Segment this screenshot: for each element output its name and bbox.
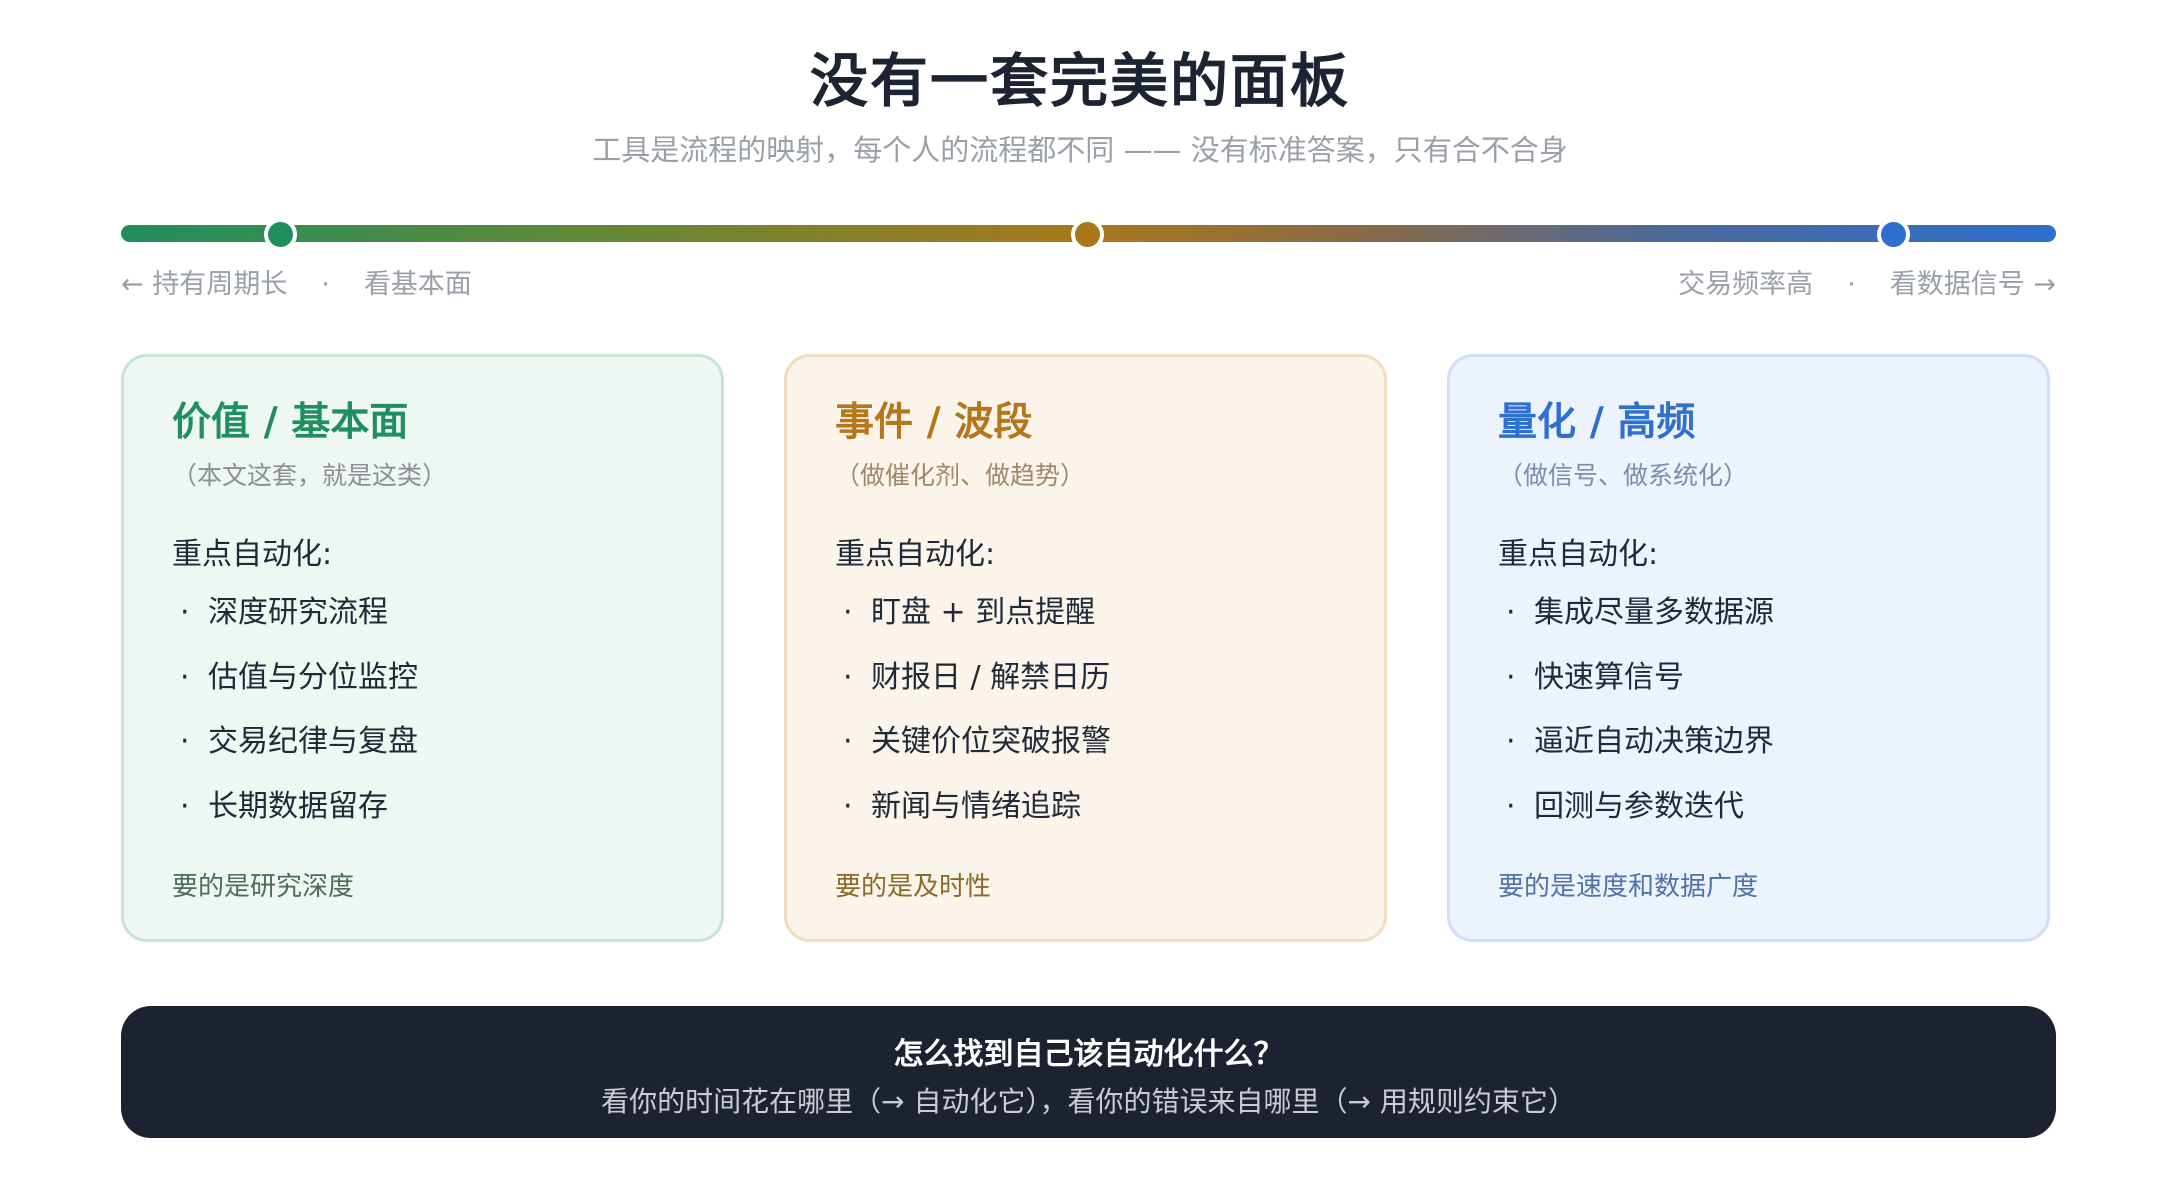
list-item-text: 长期数据留存 — [208, 788, 388, 824]
spectrum-dot-event — [1071, 218, 1104, 251]
banner-title: 怎么找到自己该自动化什么？ — [893, 1037, 1284, 1072]
list-item: · 盯盘 + 到点提醒 — [835, 591, 1354, 635]
card-subtitle: （做催化剂、做趋势） — [835, 461, 1086, 490]
bullet: · — [843, 659, 853, 695]
card-footer: 要的是研究深度 — [172, 872, 355, 902]
card-list: · 深度研究流程 · 估值与分位监控 · 交易纪律与复盘 · 长期数据留存 — [172, 591, 691, 829]
card-heading: 重点自动化: — [835, 537, 996, 572]
card-footer: 要的是及时性 — [835, 872, 992, 902]
scale-left-label: ← 持有周期长 · 看基本面 — [121, 265, 472, 305]
bullet: · — [180, 595, 190, 630]
scale-left-separator: · — [321, 269, 330, 300]
bullet: · — [1506, 788, 1516, 824]
card-list: · 盯盘 + 到点提醒 · 财报日 / 解禁日历 · 关键价位突破报警 · 新闻与情绪追… — [835, 591, 1354, 829]
list-item: · 快速算信号 — [1498, 656, 2017, 700]
list-item-text: 回测与参数迭代 — [1534, 788, 1744, 824]
page-subtitle: 工具是流程的映射，每个人的流程都不同 —— 没有标准答案，只有合不合身 — [592, 133, 1568, 167]
card-title: 价值 / 基本面 — [172, 400, 409, 445]
bullet: · — [180, 659, 190, 695]
spectrum-dot-value — [264, 218, 297, 251]
list-item: · 深度研究流程 — [172, 591, 691, 635]
page-title: 没有一套完美的面板 — [809, 47, 1350, 115]
list-item-text: 新闻与情绪追踪 — [871, 788, 1081, 824]
list-item-text: 快速算信号 — [1534, 659, 1684, 695]
list-item: · 逼近自动决策边界 — [1498, 720, 2017, 764]
scale-right-a: 交易频率高 — [1678, 269, 1814, 300]
list-item: · 财报日 / 解禁日历 — [835, 656, 1354, 700]
card-title: 量化 / 高频 — [1498, 400, 1696, 445]
bullet: · — [1506, 724, 1516, 759]
spectrum-dot-quant — [1877, 218, 1910, 251]
card-title: 事件 / 波段 — [835, 400, 1033, 445]
scale-left-a: ← 持有周期长 — [121, 269, 288, 300]
scale-left-b: 看基本面 — [363, 269, 472, 300]
scale-right-separator: · — [1847, 269, 1856, 300]
card-footer: 要的是速度和数据广度 — [1498, 872, 1759, 902]
bullet: · — [180, 724, 190, 759]
card-quant: 量化 / 高频 （做信号、做系统化） 重点自动化: · 集成尽量多数据源 · 快速算… — [1447, 354, 2050, 942]
card-event: 事件 / 波段 （做催化剂、做趋势） 重点自动化: · 盯盘 + 到点提醒 · 财报… — [784, 354, 1387, 942]
bullet: · — [1506, 595, 1516, 630]
list-item-text: 估值与分位监控 — [208, 659, 418, 695]
scale-right-b: 看数据信号 → — [1889, 269, 2056, 300]
list-item-text: 盯盘 + 到点提醒 — [871, 595, 1096, 630]
list-item: · 估值与分位监控 — [172, 656, 691, 700]
card-value: 价值 / 基本面 （本文这套，就是这类） 重点自动化: · 深度研究流程 · 估值与… — [121, 354, 724, 942]
list-item: · 交易纪律与复盘 — [172, 720, 691, 764]
list-item: · 新闻与情绪追踪 — [835, 785, 1354, 829]
summary-banner: 怎么找到自己该自动化什么？ 看你的时间花在哪里（→ 自动化它），看你的错误来自哪… — [121, 1006, 2056, 1138]
bullet: · — [1506, 659, 1516, 695]
list-item-text: 交易纪律与复盘 — [208, 724, 418, 759]
bullet: · — [843, 788, 853, 824]
bullet: · — [843, 595, 853, 630]
card-list: · 集成尽量多数据源 · 快速算信号 · 逼近自动决策边界 · 回测与参数迭代 — [1498, 591, 2017, 829]
scale-right-label: 交易频率高 · 看数据信号 → — [1678, 265, 2056, 305]
card-subtitle: （做信号、做系统化） — [1498, 461, 1749, 490]
card-subtitle: （本文这套，就是这类） — [172, 461, 448, 490]
list-item-text: 关键价位突破报警 — [871, 724, 1111, 759]
list-item-text: 深度研究流程 — [208, 595, 388, 630]
list-item: · 长期数据留存 — [172, 785, 691, 829]
list-item-text: 集成尽量多数据源 — [1534, 595, 1774, 630]
card-heading: 重点自动化: — [1498, 537, 1659, 572]
list-item: · 关键价位突破报警 — [835, 720, 1354, 764]
list-item-text: 逼近自动决策边界 — [1534, 724, 1774, 759]
bullet: · — [843, 724, 853, 759]
banner-text: 看你的时间花在哪里（→ 自动化它），看你的错误来自哪里（→ 用规则约束它） — [601, 1085, 1576, 1118]
card-heading: 重点自动化: — [172, 537, 333, 572]
list-item: · 集成尽量多数据源 — [1498, 591, 2017, 635]
list-item: · 回测与参数迭代 — [1498, 785, 2017, 829]
list-item-text: 财报日 / 解禁日历 — [871, 659, 1111, 695]
bullet: · — [180, 788, 190, 824]
